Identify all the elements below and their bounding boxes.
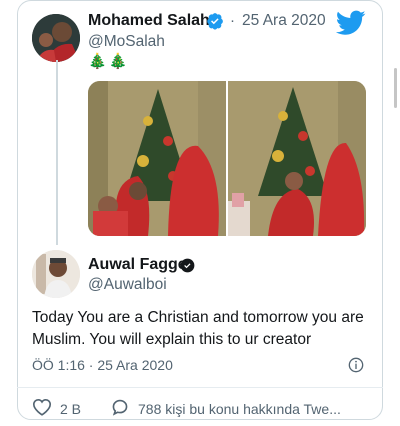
tweet-photo-1[interactable] [88,81,226,236]
like-button[interactable]: 2 B [32,398,81,419]
avatar[interactable] [32,250,80,298]
tweet-date[interactable]: 25 Ara 2020 [242,12,326,30]
author-handle[interactable]: @MoSalah [88,33,165,51]
like-count: 2 B [60,400,82,417]
tweet-photo-2[interactable] [228,81,366,236]
reply-timestamp[interactable]: ÖÖ 1:16 · 25 Ara 2020 [32,357,173,373]
twitter-bird-icon[interactable] [335,10,366,36]
reply-handle[interactable]: @Auwalboi [88,276,167,294]
reply-text: Today You are a Christian and tomorrow y… [32,309,364,348]
info-icon[interactable] [348,357,364,373]
heart-icon [32,398,52,419]
avatar[interactable] [32,14,80,62]
reply-author-name[interactable]: Auwal Fagge [88,256,187,274]
scrollbar[interactable] [394,68,397,108]
conversation-link[interactable]: 788 kişi bu konu hakkında Twe... [138,401,341,417]
meta-separator: · [230,12,235,29]
tweet-media[interactable] [88,81,366,236]
reply-button[interactable]: 788 kişi bu konu hakkında Twe... [110,398,341,419]
tweet-actions: 2 B 788 kişi bu konu hakkında Twe... [32,398,372,418]
verified-dark-icon [180,258,195,273]
author-name[interactable]: Mohamed Salah [88,12,210,30]
divider [17,387,383,388]
thread-line [56,60,58,245]
comment-icon [110,398,130,419]
verified-badge-icon [206,12,224,30]
tweet-text: 🎄🎄 [88,53,130,70]
